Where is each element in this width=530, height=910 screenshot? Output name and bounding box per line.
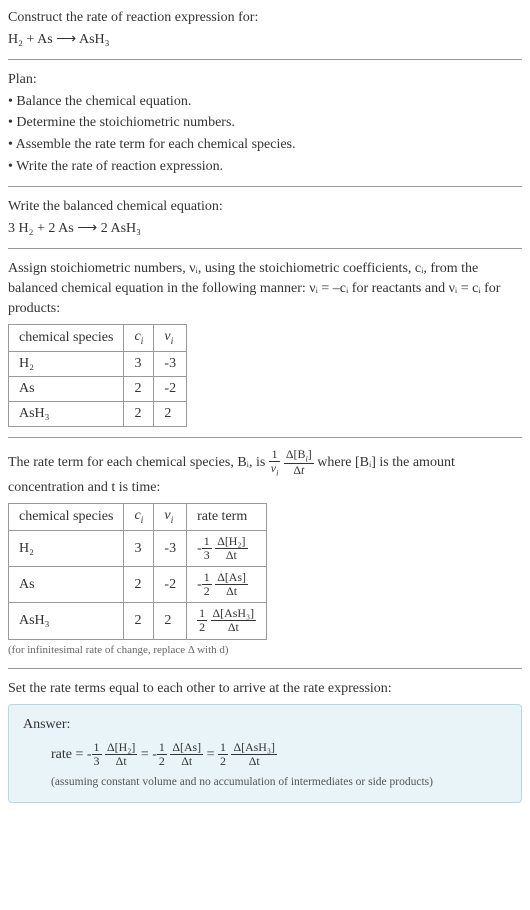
answer-note: (assuming constant volume and no accumul…: [23, 774, 507, 790]
balanced-heading: Write the balanced chemical equation:: [8, 197, 522, 217]
rate-term-section: The rate term for each chemical species,…: [8, 448, 522, 658]
table-row: H₂ 3 -3: [9, 351, 187, 376]
plan-item: • Assemble the rate term for each chemic…: [8, 135, 522, 155]
divider: [8, 186, 522, 187]
balanced-equation: 3 H₂ + 2 As ⟶ 2 AsH₃: [8, 219, 522, 239]
stoich-section: Assign stoichiometric numbers, νᵢ, using…: [8, 259, 522, 427]
plan-section: Plan: • Balance the chemical equation. •…: [8, 70, 522, 176]
c-cell: 3: [124, 530, 154, 566]
divider: [8, 437, 522, 438]
rate-term-formula: 1νi Δ[Bi]Δt: [269, 455, 317, 470]
rate-term-intro: The rate term for each chemical species,…: [8, 448, 522, 497]
species-cell: AsH₃: [9, 603, 124, 639]
species-cell: H₂: [9, 351, 124, 376]
answer-box: Answer: rate = -13 Δ[H₂]Δt = -12 Δ[As]Δt…: [8, 704, 522, 803]
table-note: (for infinitesimal rate of change, repla…: [8, 643, 522, 658]
rate-term-table: chemical species ci νi rate term H₂ 3 -3…: [8, 503, 267, 639]
table-row: chemical species ci νi rate term: [9, 504, 267, 531]
col-header: chemical species: [9, 325, 124, 352]
plan-item: • Determine the stoichiometric numbers.: [8, 113, 522, 133]
table-row: AsH₃ 2 2 12 Δ[AsH₃]Δt: [9, 603, 267, 639]
plan-heading: Plan:: [8, 70, 522, 90]
c-cell: 2: [124, 603, 154, 639]
col-header: νi: [154, 504, 187, 531]
page-title: Construct the rate of reaction expressio…: [8, 8, 522, 28]
answer-label: Answer:: [23, 715, 507, 735]
rate-term-cell: 12 Δ[AsH₃]Δt: [187, 603, 267, 639]
c-cell: 2: [124, 567, 154, 603]
species-cell: As: [9, 376, 124, 401]
c-cell: 3: [124, 351, 154, 376]
col-header: ci: [124, 504, 154, 531]
unbalanced-equation: H₂ + As ⟶ AsH₃: [8, 30, 522, 50]
divider: [8, 59, 522, 60]
stoich-table: chemical species ci νi H₂ 3 -3 As 2 -2 A…: [8, 324, 187, 427]
col-header: ci: [124, 325, 154, 352]
v-cell: 2: [154, 401, 187, 426]
final-heading: Set the rate terms equal to each other t…: [8, 679, 522, 699]
rate-term-cell: -12 Δ[As]Δt: [187, 567, 267, 603]
divider: [8, 248, 522, 249]
c-cell: 2: [124, 401, 154, 426]
v-cell: -2: [154, 567, 187, 603]
species-cell: H₂: [9, 530, 124, 566]
balanced-section: Write the balanced chemical equation: 3 …: [8, 197, 522, 238]
intro-section: Construct the rate of reaction expressio…: [8, 8, 522, 49]
answer-equation: rate = -13 Δ[H₂]Δt = -12 Δ[As]Δt = 12 Δ[…: [23, 741, 507, 768]
col-header: chemical species: [9, 504, 124, 531]
table-row: AsH₃ 2 2: [9, 401, 187, 426]
table-row: As 2 -2 -12 Δ[As]Δt: [9, 567, 267, 603]
c-cell: 2: [124, 376, 154, 401]
v-cell: -3: [154, 530, 187, 566]
plan-item: • Write the rate of reaction expression.: [8, 157, 522, 177]
stoich-intro: Assign stoichiometric numbers, νᵢ, using…: [8, 259, 522, 318]
divider: [8, 668, 522, 669]
species-cell: As: [9, 567, 124, 603]
plan-item: • Balance the chemical equation.: [8, 92, 522, 112]
table-row: As 2 -2: [9, 376, 187, 401]
v-cell: 2: [154, 603, 187, 639]
rate-term-cell: -13 Δ[H₂]Δt: [187, 530, 267, 566]
v-cell: -2: [154, 376, 187, 401]
col-header: rate term: [187, 504, 267, 531]
final-section: Set the rate terms equal to each other t…: [8, 679, 522, 803]
table-row: H₂ 3 -3 -13 Δ[H₂]Δt: [9, 530, 267, 566]
table-row: chemical species ci νi: [9, 325, 187, 352]
v-cell: -3: [154, 351, 187, 376]
col-header: νi: [154, 325, 187, 352]
species-cell: AsH₃: [9, 401, 124, 426]
